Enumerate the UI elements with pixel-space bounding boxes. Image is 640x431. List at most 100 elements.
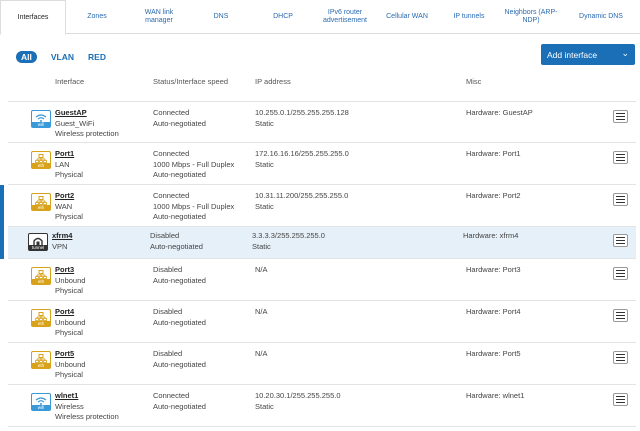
hardware-info: Hardware: Port3 [466,265,521,274]
hardware-info: Hardware: Port1 [466,149,521,158]
filter-vlan[interactable]: VLAN [51,52,74,62]
ip-address: 10.20.30.1/255.255.255.0 [255,391,341,400]
ethernet-icon: eth [31,151,51,169]
interface-status: Disabled [153,307,183,316]
interface-zone: Unbound [55,359,86,369]
ip-address: N/A [255,265,268,274]
interface-type: Physical [55,370,83,379]
tab-cellular-wan[interactable]: Cellular WAN [376,0,438,34]
ip-address: N/A [255,307,268,316]
interface-zone: WAN [55,201,73,211]
tab-dhcp[interactable]: DHCP [252,0,314,34]
row-menu-button[interactable] [613,351,628,364]
table-row[interactable]: eth Port1 LAN Physical Connected 1000 Mbps - … [8,143,636,185]
header-ip-address: IP address [255,77,291,86]
filter-all[interactable]: All [16,51,37,63]
table-row[interactable]: eth Port5 Unbound Physical Disabled Auto-nego… [8,343,636,385]
interface-type: Physical [55,286,83,295]
icon-label: eth [32,363,50,368]
interface-name-link[interactable]: Port2 [55,191,83,202]
header-interface: Interface [55,77,85,86]
ip-address: 172.16.16.16/255.255.255.0 [255,149,349,158]
table-row[interactable]: eth Port2 WAN Physical Connected 1000 Mbps - … [0,185,636,227]
tab-zones[interactable]: Zones [66,0,128,34]
interface-name-link[interactable]: wlnet1 [55,391,119,402]
row-menu-button[interactable] [613,110,628,123]
interface-zone: Guest_WiFi [55,118,95,128]
table-row[interactable]: eth Port4 Unbound Physical Disabled Auto-nego… [8,301,636,343]
interface-speed: Auto-negotiated [153,401,206,411]
row-menu-button[interactable] [613,309,628,322]
header-misc: Misc [466,77,482,86]
hardware-info: Hardware: wlnet1 [466,391,525,400]
interface-status: Connected [153,391,190,400]
hardware-info: Hardware: GuestAP [466,108,533,117]
ip-assignment: Static [255,159,274,169]
hamburger-icon [616,395,625,398]
interface-type: Physical [55,328,83,337]
row-menu-button[interactable] [613,267,628,280]
interface-status: Connected [153,191,190,200]
ethernet-icon: eth [31,193,51,211]
filter-bar: All VLAN RED [16,50,120,64]
tab-interfaces[interactable]: Interfaces [0,0,66,35]
table-row[interactable]: eth Port3 Unbound Physical Disabled Auto-nego… [8,259,636,301]
row-menu-button[interactable] [613,193,628,206]
interface-name-link[interactable]: GuestAP [55,108,119,119]
hamburger-icon [616,195,625,198]
icon-label: wifi [32,405,50,410]
interface-status: Disabled [153,349,183,358]
interface-zone: LAN [55,159,70,169]
ethernet-icon: eth [31,309,51,327]
interface-type: Physical [55,212,83,221]
interface-name-link[interactable]: Port1 [55,149,83,160]
interface-status: Disabled [150,231,180,240]
interface-type: Wireless protection [55,412,119,421]
interface-type: Wireless protection [55,129,119,138]
table-row[interactable]: wifi GuestAP Guest_WiFi Wireless protection… [8,101,636,143]
tab-dynamic-dns[interactable]: Dynamic DNS [562,0,640,34]
interface-negotiation: Auto-negotiated [153,212,206,221]
tab-wan-link-manager[interactable]: WAN link manager [128,0,190,34]
interface-speed: Auto-negotiated [150,241,203,251]
row-menu-button[interactable] [613,234,628,247]
ip-assignment: Static [255,401,274,411]
table-row[interactable]: tunnel xfrm4 VPN Disabled Auto-negotiated 3.3… [0,227,636,259]
hamburger-icon [616,236,625,239]
ethernet-icon: eth [31,351,51,369]
tab-neighbors[interactable]: Neighbors (ARP-NDP) [500,0,562,34]
hamburger-icon [616,112,625,115]
ip-assignment: Static [255,201,274,211]
row-selection-indicator [0,185,4,227]
interface-status: Disabled [153,265,183,274]
tab-ip-tunnels[interactable]: IP tunnels [438,0,500,34]
tab-dns[interactable]: DNS [190,0,252,34]
hamburger-icon [616,153,625,156]
table-row[interactable]: wifi wlnet1 Wireless Wireless protection Con… [8,385,636,427]
hardware-info: Hardware: xfrm4 [463,231,519,240]
row-selection-indicator [0,227,4,259]
row-menu-button[interactable] [613,151,628,164]
interface-negotiation: Auto-negotiated [153,170,206,179]
interface-zone: VPN [52,241,68,251]
hardware-info: Hardware: Port2 [466,191,521,200]
header-status: Status/Interface speed [153,77,229,86]
icon-label: wifi [32,122,50,127]
row-menu-button[interactable] [613,393,628,406]
interface-name-link[interactable]: Port4 [55,307,85,318]
interface-name-link[interactable]: xfrm4 [52,231,72,242]
tab-ipv6-router-advertisement[interactable]: IPv6 router advertisement [314,0,376,34]
add-interface-button[interactable]: Add interface ⌄ [541,44,635,65]
tunnel-icon: tunnel [28,233,48,251]
ethernet-icon: eth [31,267,51,285]
interface-speed: Auto-negotiated [153,118,206,128]
ip-address: N/A [255,349,268,358]
icon-label: eth [32,163,50,168]
interface-name-link[interactable]: Port5 [55,349,85,360]
interface-speed: Auto-negotiated [153,275,206,285]
icon-label: tunnel [29,245,47,250]
filter-red[interactable]: RED [88,52,106,62]
interface-speed: Auto-negotiated [153,359,206,369]
interface-name-link[interactable]: Port3 [55,265,85,276]
interface-zone: Unbound [55,275,86,285]
